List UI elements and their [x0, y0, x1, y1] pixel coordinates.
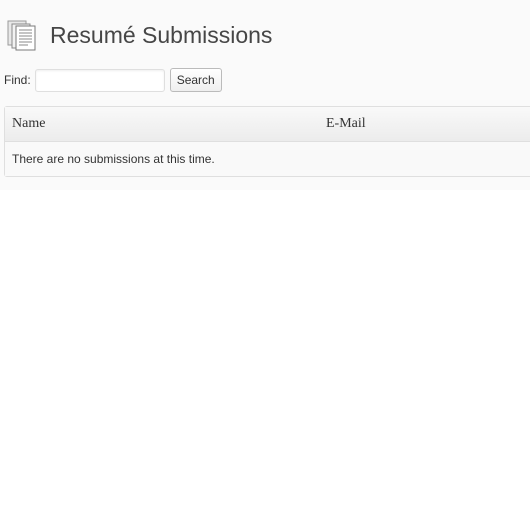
- submissions-table: Name E-Mail There are no submissions at …: [4, 106, 530, 177]
- find-label: Find:: [4, 73, 31, 87]
- table-header-row: Name E-Mail: [5, 107, 530, 142]
- column-header-email[interactable]: E-Mail: [326, 116, 530, 132]
- page: Resumé Submissions Find: Search Name E-M…: [0, 0, 530, 530]
- search-input[interactable]: [34, 68, 165, 92]
- document-pages-icon: [7, 20, 36, 51]
- column-header-name[interactable]: Name: [5, 116, 326, 132]
- empty-message: There are no submissions at this time.: [5, 142, 530, 176]
- page-header: Resumé Submissions: [6, 4, 272, 67]
- page-background: [0, 190, 530, 530]
- page-title: Resumé Submissions: [50, 22, 273, 49]
- search-button[interactable]: Search: [169, 68, 222, 92]
- search-bar: Find: Search: [4, 68, 222, 92]
